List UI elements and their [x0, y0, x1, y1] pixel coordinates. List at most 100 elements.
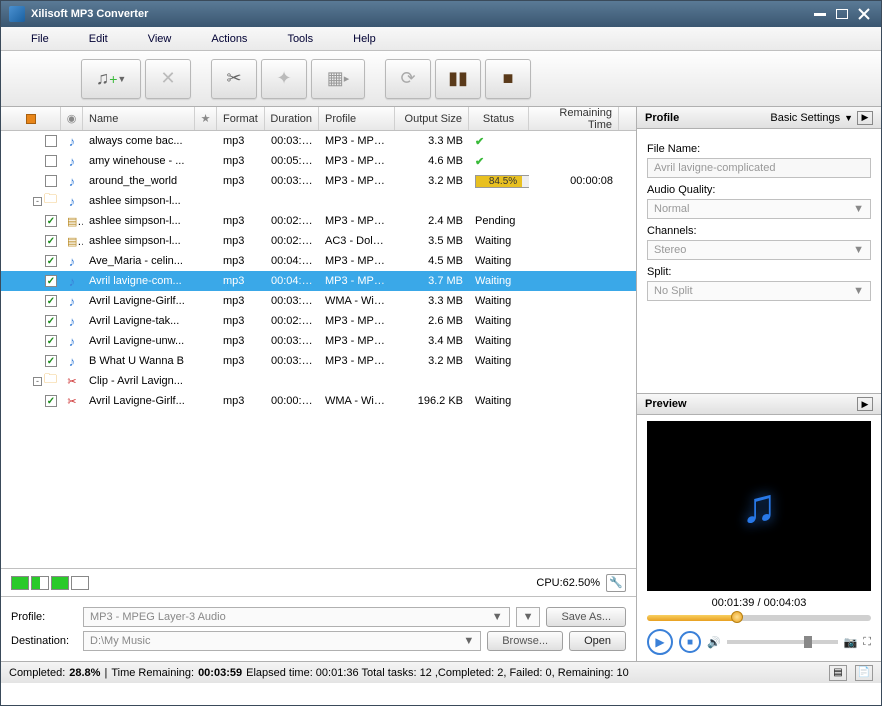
- column-duration[interactable]: Duration: [265, 107, 319, 130]
- audio-quality-select[interactable]: Normal▼: [647, 199, 871, 219]
- minimize-button[interactable]: [811, 7, 829, 21]
- table-row[interactable]: ♪Avril lavigne-com...mp300:04:03MP3 - MP…: [1, 271, 636, 291]
- select-all-checkbox[interactable]: [26, 114, 36, 124]
- cpu-bars: [11, 576, 89, 590]
- preview-body: ♫ 00:01:39 / 00:04:03 ▶ ■ 🔊 📷 ⛶: [637, 415, 881, 661]
- row-checkbox[interactable]: [45, 275, 57, 287]
- play-button[interactable]: ▶: [647, 629, 673, 655]
- menu-tools[interactable]: Tools: [277, 33, 343, 45]
- table-row[interactable]: ♪Avril Lavigne-Girlf...mp300:03:36WMA - …: [1, 291, 636, 311]
- row-checkbox[interactable]: [45, 355, 57, 367]
- channels-label: Channels:: [647, 225, 871, 237]
- channels-select[interactable]: Stereo▼: [647, 240, 871, 260]
- profile-select[interactable]: MP3 - MPEG Layer-3 Audio▼: [83, 607, 510, 627]
- fullscreen-button[interactable]: ⛶: [863, 636, 871, 649]
- preview-screen: ♫: [647, 421, 871, 591]
- volume-icon[interactable]: 🔊: [707, 636, 721, 649]
- table-row[interactable]: ♪Ave_Maria - celin...mp300:04:55MP3 - MP…: [1, 251, 636, 271]
- browse-button[interactable]: Browse...: [487, 631, 563, 651]
- status-report-button[interactable]: 📄: [855, 665, 873, 681]
- maximize-button[interactable]: [833, 7, 851, 21]
- status-remaining-value: 00:03:59: [198, 667, 242, 679]
- table-row[interactable]: ▤ashlee simpson-l...mp300:02:34MP3 - MPE…: [1, 211, 636, 231]
- row-checkbox[interactable]: [45, 295, 57, 307]
- column-star[interactable]: ★: [195, 107, 217, 130]
- profile-settings-toggle[interactable]: Basic Settings: [770, 112, 840, 124]
- table-row[interactable]: ♪Avril Lavigne-tak...mp300:02:50MP3 - MP…: [1, 311, 636, 331]
- table-row[interactable]: ♪B What U Wanna Bmp300:03:32MP3 - MPEG .…: [1, 351, 636, 371]
- row-checkbox[interactable]: [45, 315, 57, 327]
- split-label: Split:: [647, 266, 871, 278]
- menu-help[interactable]: Help: [343, 33, 406, 45]
- menu-file[interactable]: File: [21, 33, 79, 45]
- row-checkbox[interactable]: [45, 135, 57, 147]
- row-checkbox[interactable]: [45, 175, 57, 187]
- status-completed-value: 28.8%: [69, 667, 100, 679]
- column-format[interactable]: Format: [217, 107, 265, 130]
- row-checkbox[interactable]: [45, 155, 57, 167]
- table-row[interactable]: ♪Avril Lavigne-unw...mp300:03:41MP3 - MP…: [1, 331, 636, 351]
- expand-toggle[interactable]: -: [33, 377, 42, 386]
- effect-button[interactable]: ✦: [261, 59, 307, 99]
- row-checkbox[interactable]: [45, 395, 57, 407]
- destination-select[interactable]: D:\My Music▼: [83, 631, 481, 651]
- table-row[interactable]: ♪around_the_worldmp300:03:29MP3 - MPEG .…: [1, 171, 636, 191]
- column-profile[interactable]: Profile: [319, 107, 395, 130]
- table-row[interactable]: -🗀✂Clip - Avril Lavign...: [1, 371, 636, 391]
- expand-toggle[interactable]: -: [33, 197, 42, 206]
- profile-panel-header: Profile Basic Settings ▼ ▶: [637, 107, 881, 129]
- menu-actions[interactable]: Actions: [201, 33, 277, 45]
- stop-button[interactable]: ■: [485, 59, 531, 99]
- profile-panel-body: File Name: Audio Quality: Normal▼ Channe…: [637, 129, 881, 393]
- split-select[interactable]: No Split▼: [647, 281, 871, 301]
- cut-button[interactable]: ✂: [211, 59, 257, 99]
- column-type-icon[interactable]: ◉: [61, 107, 83, 130]
- bottom-form: Profile: MP3 - MPEG Layer-3 Audio▼ ▼ Sav…: [1, 596, 636, 661]
- table-row[interactable]: ♪amy winehouse - ...mp300:05:00MP3 - MPE…: [1, 151, 636, 171]
- open-button[interactable]: Open: [569, 631, 626, 651]
- row-checkbox[interactable]: [45, 335, 57, 347]
- table-row[interactable]: ♪always come bac...mp300:03:33MP3 - MPEG…: [1, 131, 636, 151]
- volume-slider[interactable]: [727, 640, 838, 644]
- table-row[interactable]: -🗀♪ashlee simpson-l...: [1, 191, 636, 211]
- preview-seek-slider[interactable]: [647, 615, 871, 621]
- table-row[interactable]: ▤ashlee simpson-l...mp300:02:34AC3 - Dol…: [1, 231, 636, 251]
- save-as-button[interactable]: Save As...: [546, 607, 626, 627]
- pause-button[interactable]: ▮▮: [435, 59, 481, 99]
- status-list-button[interactable]: ▤: [829, 665, 847, 681]
- convert-button[interactable]: ⟳: [385, 59, 431, 99]
- crop-button[interactable]: ▦▸: [311, 59, 365, 99]
- row-checkbox[interactable]: [45, 215, 57, 227]
- snapshot-button[interactable]: 📷: [844, 636, 858, 649]
- close-button[interactable]: [855, 7, 873, 21]
- preview-panel-header: Preview ▶: [637, 393, 881, 415]
- column-name[interactable]: Name: [83, 107, 195, 130]
- column-remaining[interactable]: Remaining Time: [529, 107, 619, 130]
- add-file-button[interactable]: ♫+ ▼: [81, 59, 141, 99]
- filename-input[interactable]: [647, 158, 871, 178]
- status-completed-label: Completed:: [9, 667, 65, 679]
- preview-time: 00:01:39 / 00:04:03: [647, 597, 871, 609]
- cpu-area: CPU:62.50% 🔧: [1, 568, 636, 596]
- row-checkbox[interactable]: [45, 255, 57, 267]
- column-output-size[interactable]: Output Size: [395, 107, 469, 130]
- menu-view[interactable]: View: [138, 33, 202, 45]
- column-status[interactable]: Status: [469, 107, 529, 130]
- menu-edit[interactable]: Edit: [79, 33, 138, 45]
- done-icon: ✔: [475, 156, 484, 168]
- cpu-settings-button[interactable]: 🔧: [606, 574, 626, 592]
- preview-collapse-button[interactable]: ▶: [857, 397, 873, 411]
- stop-preview-button[interactable]: ■: [679, 631, 701, 653]
- profile-options-button[interactable]: ▼: [516, 607, 541, 627]
- delete-button[interactable]: ✕: [145, 59, 191, 99]
- done-icon: ✔: [475, 136, 484, 148]
- table-row[interactable]: ✂Avril Lavigne-Girlf...mp300:00:12WMA - …: [1, 391, 636, 411]
- cpu-label: CPU:62.50%: [536, 577, 600, 589]
- statusbar: Completed: 28.8% | Time Remaining: 00:03…: [1, 661, 881, 683]
- profile-collapse-button[interactable]: ▶: [857, 111, 873, 125]
- window-title: Xilisoft MP3 Converter: [31, 8, 807, 20]
- folder-icon: 🗀: [44, 370, 57, 392]
- file-list[interactable]: ♪always come bac...mp300:03:33MP3 - MPEG…: [1, 131, 636, 568]
- row-checkbox[interactable]: [45, 235, 57, 247]
- music-note-icon: ♫: [741, 479, 777, 534]
